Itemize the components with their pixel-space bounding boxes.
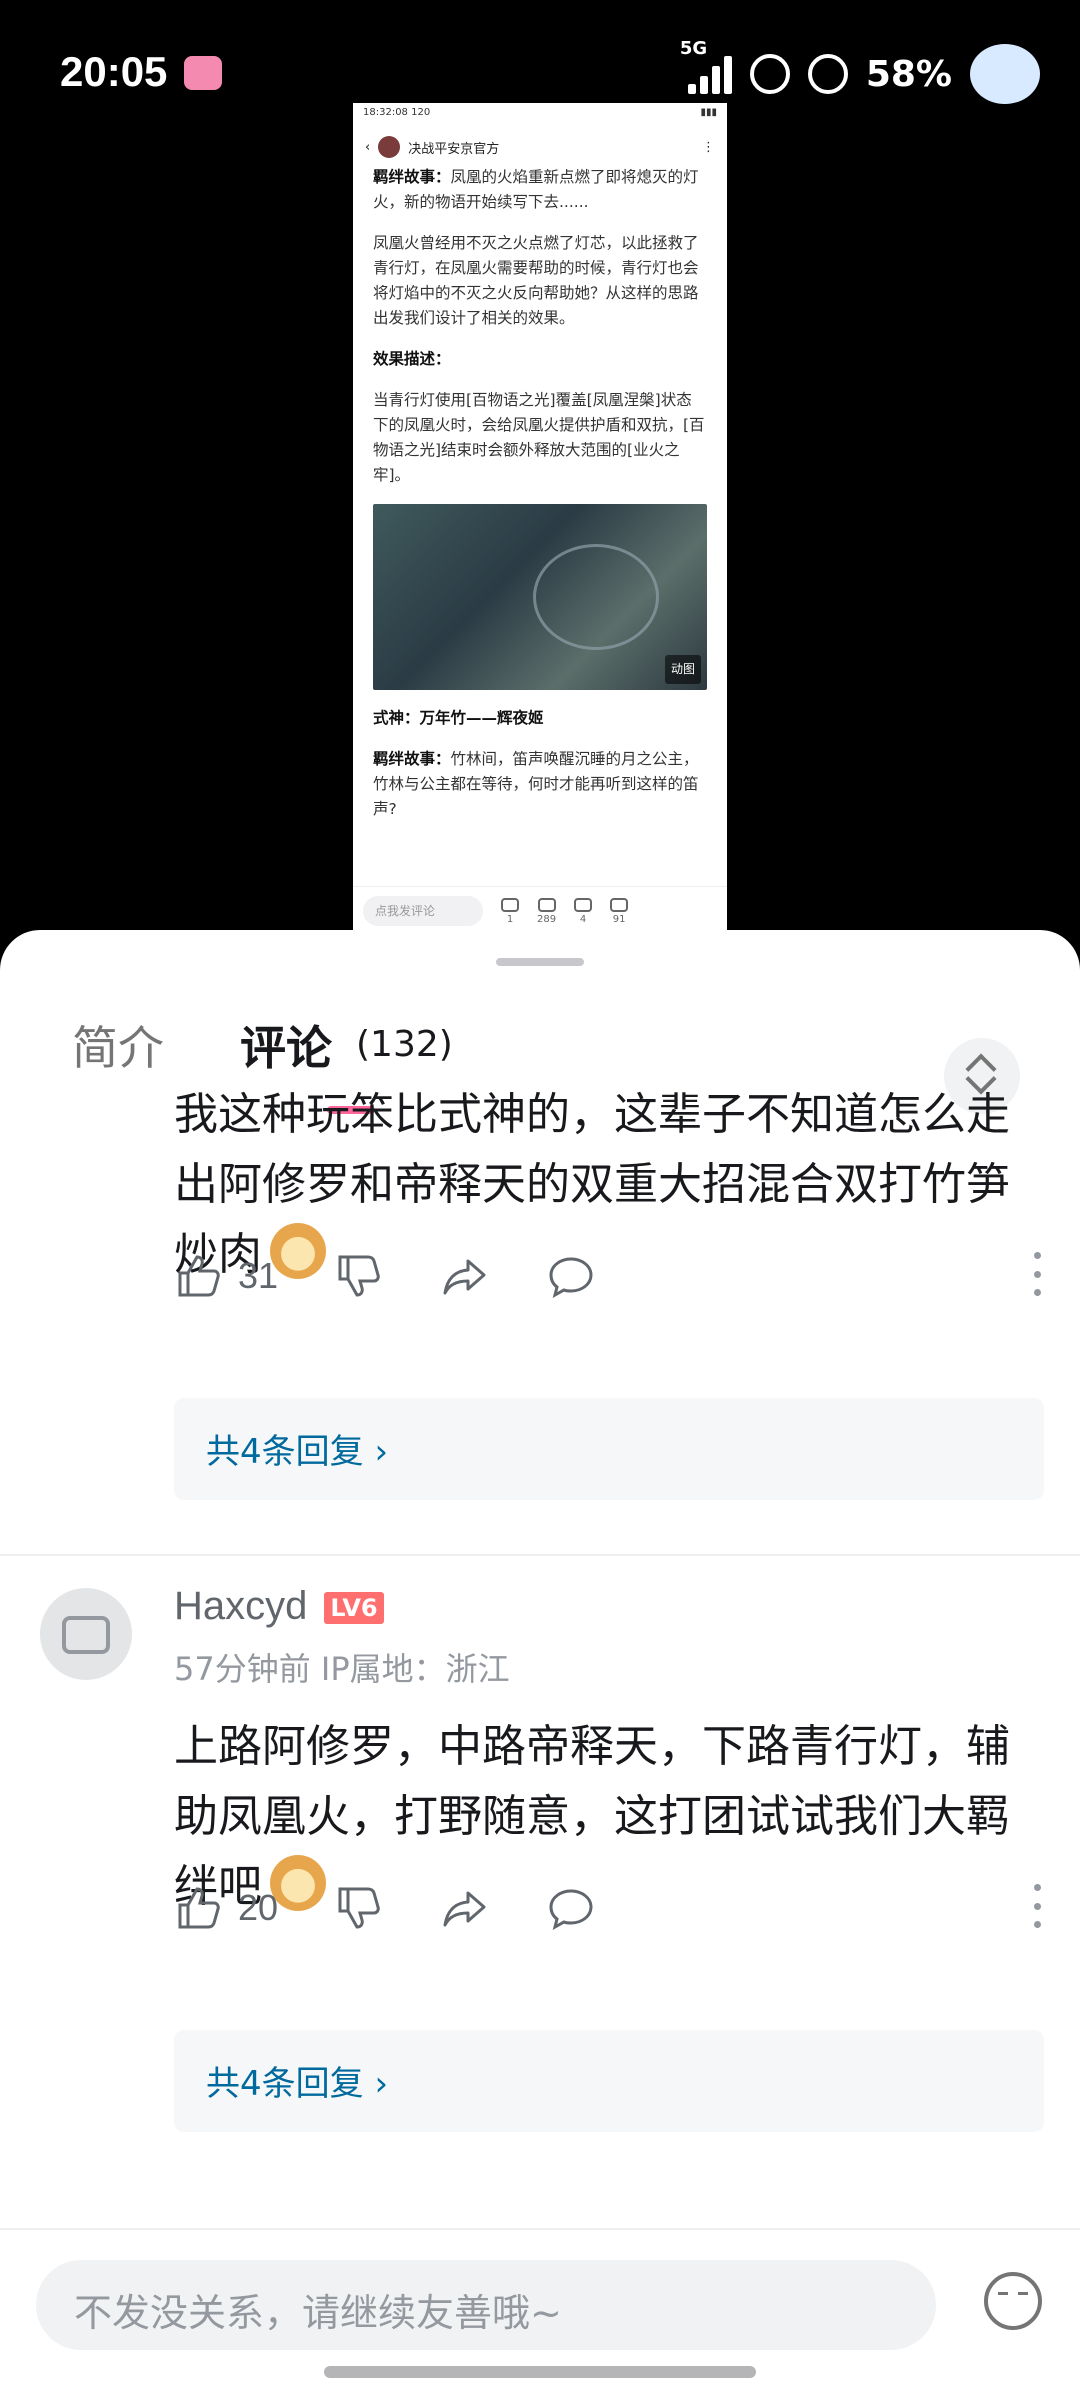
video-status-bar: 18:32:08 120 ▮▮▮: [353, 103, 727, 129]
video-header: ‹ 决战平安京官方 ⋮: [353, 129, 727, 165]
bilibili-app-icon: [184, 56, 222, 90]
status-right: 5G 58%: [680, 38, 1040, 104]
like-count: 20: [238, 1887, 279, 1928]
gif-tag: 动图: [664, 655, 701, 684]
comment-meta: 57分钟前 IP属地：浙江: [174, 1650, 510, 1688]
paragraph-3-label: 羁绊故事：: [373, 750, 451, 768]
comment-input-placeholder: 不发没关系，请继续友善哦~: [74, 2291, 562, 2335]
level-badge: LV6: [324, 1592, 384, 1624]
comment-input[interactable]: 不发没关系，请继续友善哦~: [36, 2260, 936, 2350]
paragraph-3: 羁绊故事：竹林间，笛声唤醒沉睡的月之公主，竹林与公主都在等待，何时才能再听到这样…: [373, 747, 707, 822]
comment-actions: 20: [174, 1876, 1042, 1940]
video-footer: 点我发评论 1 289 4 91: [353, 886, 727, 935]
star-icon: [574, 897, 593, 912]
paragraph-1: 羁绊故事：凤凰的火焰重新点燃了即将熄灭的灯火，新的物语开始续写下去......: [373, 165, 707, 215]
drag-handle[interactable]: [496, 958, 584, 966]
paw-icon: [749, 54, 790, 94]
more-icon: ⋮: [702, 139, 715, 155]
video-comment-input: 点我发评论: [363, 896, 483, 926]
video-article: 羁绊故事：凤凰的火焰重新点燃了即将熄灭的灯火，新的物语开始续写下去...... …: [353, 165, 727, 822]
back-icon: ‹: [365, 139, 371, 155]
share-icon: [443, 1891, 486, 1927]
dislike-button[interactable]: [334, 1251, 384, 1301]
paragraph-1-label: 羁绊故事：: [373, 168, 451, 186]
status-time: 20:05: [60, 48, 168, 95]
paw-icon: [807, 54, 848, 94]
dislike-icon: [338, 1255, 380, 1297]
shikigami-label-text: 式神：万年竹——辉夜姬: [373, 709, 544, 727]
share-button[interactable]: [440, 1883, 490, 1933]
video-like: 91: [610, 897, 629, 925]
home-indicator[interactable]: [324, 2366, 756, 2378]
share-icon: [501, 897, 519, 912]
more-icon[interactable]: [1032, 1252, 1042, 1296]
mascot-icon: [970, 44, 1040, 104]
emoji-icon[interactable]: [984, 2272, 1042, 2330]
avatar[interactable]: [40, 1588, 132, 1680]
more-icon[interactable]: [1032, 1884, 1042, 1928]
comment-count: 289: [537, 913, 557, 925]
like-button[interactable]: 31: [174, 1251, 278, 1301]
account-avatar: [378, 136, 401, 158]
comment-sheet: 简介 评论 (132) 我这种玩笨比式神的，这辈子不知道怎么走出阿修罗和帝释天的…: [0, 930, 1080, 2400]
comment-icon: [537, 897, 556, 912]
bilibili-tv-icon: [62, 1616, 110, 1654]
star-count: 4: [579, 913, 587, 925]
share-button[interactable]: [440, 1251, 490, 1301]
tab-comments[interactable]: 评论: [240, 1012, 332, 1078]
comment-actions: 31: [174, 1244, 1042, 1308]
share-icon: [443, 1259, 486, 1295]
account-name: 决战平安京官方: [408, 141, 500, 157]
video-share: 1: [501, 897, 519, 925]
like-icon: [178, 1887, 220, 1929]
dislike-icon: [338, 1887, 380, 1929]
share-count: 1: [506, 913, 514, 925]
effect-label-text: 效果描述：: [373, 350, 451, 368]
reply-thread-box[interactable]: 共4条回复 ›: [174, 2030, 1044, 2132]
video-player[interactable]: 18:32:08 120 ▮▮▮ ‹ 决战平安京官方 ⋮ 羁绊故事：凤凰的火焰重…: [353, 103, 727, 935]
battery-percent: 58%: [865, 53, 952, 95]
paragraph-2: 凤凰火曾经用不灭之火点燃了灯芯，以此拯救了青行灯，在凤凰火需要帮助的时候，青行灯…: [373, 234, 699, 327]
skill-circle: [533, 544, 659, 650]
like-count: 31: [238, 1255, 279, 1296]
comment-total: (132): [356, 1024, 453, 1065]
reply-thread-box[interactable]: 共4条回复 ›: [174, 1398, 1044, 1500]
divider: [0, 1554, 1080, 1556]
network-type: 5G: [679, 38, 708, 59]
shikigami-label: 式神：万年竹——辉夜姬: [373, 706, 707, 731]
dislike-button[interactable]: [334, 1883, 384, 1933]
view-replies-link[interactable]: 共4条回复 ›: [206, 2056, 388, 2105]
reply-button[interactable]: [546, 1883, 596, 1933]
like-icon: [610, 897, 629, 912]
view-replies-link[interactable]: 共4条回复 ›: [206, 1424, 388, 1473]
video-star: 4: [574, 897, 593, 925]
effect-text: 当青行灯使用[百物语之光]覆盖[凤凰涅槃]状态下的凤凰火时，会给凤凰火提供护盾和…: [373, 391, 705, 484]
comment-input-bar: 不发没关系，请继续友善哦~: [0, 2228, 1080, 2400]
reply-icon: [549, 1257, 593, 1298]
signal-icon: 5G: [680, 38, 732, 94]
game-screenshot: 动图: [373, 504, 707, 690]
effect-label: 效果描述：: [373, 347, 707, 372]
video-status-speed: 120: [411, 107, 431, 118]
like-icon: [178, 1255, 220, 1297]
tab-bar: 简介 评论 (132): [0, 988, 1080, 1114]
like-count: 91: [612, 913, 626, 925]
video-status-icons: ▮▮▮: [700, 107, 717, 118]
username[interactable]: Haxcyd: [174, 1584, 307, 1629]
like-button[interactable]: 20: [174, 1883, 278, 1933]
video-comments: 289: [537, 897, 557, 925]
reply-icon: [549, 1889, 593, 1930]
reply-button[interactable]: [546, 1251, 596, 1301]
video-status-time: 18:32:08: [363, 107, 408, 118]
tab-intro[interactable]: 简介: [72, 1012, 164, 1078]
